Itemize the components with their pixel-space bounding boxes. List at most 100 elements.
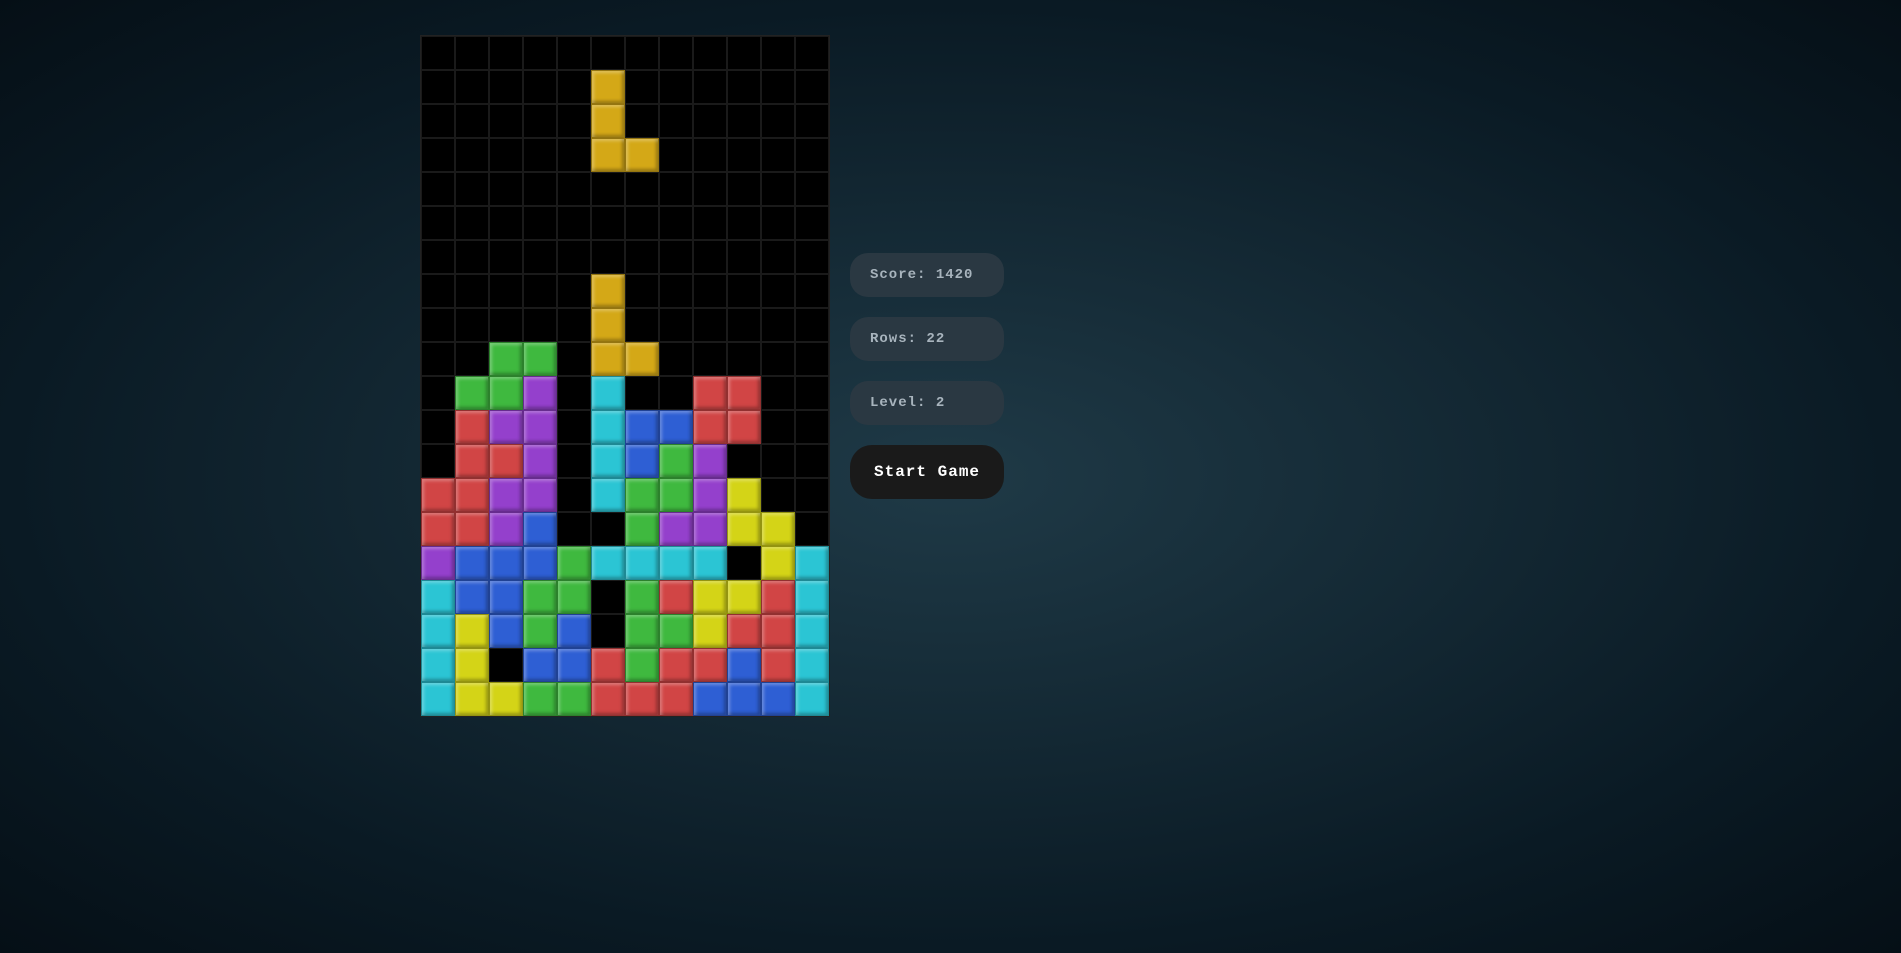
board-cell xyxy=(625,36,659,70)
board-cell xyxy=(557,410,591,444)
board-cell xyxy=(795,546,829,580)
board-cell xyxy=(489,70,523,104)
board-cell xyxy=(591,546,625,580)
board-cell xyxy=(523,444,557,478)
board-cell xyxy=(625,410,659,444)
board-cell xyxy=(693,648,727,682)
board-cell xyxy=(625,546,659,580)
board-cell xyxy=(557,648,591,682)
board-cell xyxy=(795,614,829,648)
board-cell xyxy=(761,172,795,206)
board-cell xyxy=(625,274,659,308)
board-cell xyxy=(693,580,727,614)
board-cell xyxy=(727,138,761,172)
board-cell xyxy=(795,308,829,342)
board-cell xyxy=(455,648,489,682)
board-cell xyxy=(659,70,693,104)
board-cell xyxy=(421,104,455,138)
board-cell xyxy=(455,206,489,240)
board-cell xyxy=(727,512,761,546)
rows-value: 22 xyxy=(926,331,945,347)
board-cell xyxy=(591,104,625,138)
board-cell xyxy=(761,478,795,512)
board-cell xyxy=(659,104,693,138)
board-cell xyxy=(795,648,829,682)
board-cell xyxy=(795,36,829,70)
board-cell xyxy=(625,580,659,614)
board-cell xyxy=(455,104,489,138)
board-cell xyxy=(455,36,489,70)
board-cell xyxy=(591,682,625,716)
board-cell xyxy=(557,682,591,716)
board-cell xyxy=(421,376,455,410)
board-cell xyxy=(727,274,761,308)
board-cell xyxy=(557,138,591,172)
start-game-button[interactable]: Start Game xyxy=(850,445,1004,499)
board-cell xyxy=(761,682,795,716)
tetris-board[interactable] xyxy=(420,35,830,717)
board-cell xyxy=(557,206,591,240)
board-cell xyxy=(421,410,455,444)
board-cell xyxy=(591,512,625,546)
board-cell xyxy=(761,36,795,70)
board-cell xyxy=(557,104,591,138)
board-cell xyxy=(455,274,489,308)
board-cell xyxy=(727,70,761,104)
board-cell xyxy=(625,376,659,410)
board-cell xyxy=(557,342,591,376)
board-cell xyxy=(795,240,829,274)
board-cell xyxy=(523,546,557,580)
board-cell xyxy=(659,580,693,614)
board-cell xyxy=(591,444,625,478)
board-cell xyxy=(489,308,523,342)
board-cell xyxy=(421,138,455,172)
board-cell xyxy=(489,172,523,206)
board-cell xyxy=(761,308,795,342)
board-cell xyxy=(455,512,489,546)
board-cell xyxy=(625,648,659,682)
board-cell xyxy=(455,410,489,444)
board-cell xyxy=(761,580,795,614)
board-cell xyxy=(523,172,557,206)
board-cell xyxy=(557,70,591,104)
board-cell xyxy=(659,682,693,716)
board-cell xyxy=(523,512,557,546)
board-cell xyxy=(421,512,455,546)
board-cell xyxy=(693,512,727,546)
board-cell xyxy=(455,308,489,342)
board-cell xyxy=(523,36,557,70)
board-cell xyxy=(421,308,455,342)
board-cell xyxy=(659,240,693,274)
board-cell xyxy=(795,478,829,512)
board-cell xyxy=(591,206,625,240)
board-cell xyxy=(455,240,489,274)
board-cell xyxy=(455,138,489,172)
board-cell xyxy=(523,70,557,104)
board-cell xyxy=(557,376,591,410)
board-cell xyxy=(795,444,829,478)
board-cell xyxy=(625,172,659,206)
board-cell xyxy=(421,274,455,308)
board-cell xyxy=(727,104,761,138)
board-cell xyxy=(659,138,693,172)
board-cell xyxy=(693,36,727,70)
board-cell xyxy=(455,682,489,716)
board-cell xyxy=(523,308,557,342)
board-cell xyxy=(455,546,489,580)
board-cell xyxy=(761,512,795,546)
board-cell xyxy=(455,376,489,410)
board-cell xyxy=(659,308,693,342)
board-cell xyxy=(625,70,659,104)
board-cell xyxy=(523,104,557,138)
board-cell xyxy=(795,206,829,240)
board-cell xyxy=(659,206,693,240)
board-cell xyxy=(625,614,659,648)
board-cell xyxy=(795,376,829,410)
board-cell xyxy=(727,546,761,580)
board-cell xyxy=(727,172,761,206)
board-cell xyxy=(795,682,829,716)
board-cell xyxy=(489,614,523,648)
board-cell xyxy=(421,478,455,512)
board-cell xyxy=(761,376,795,410)
level-label: Level: xyxy=(870,395,926,411)
